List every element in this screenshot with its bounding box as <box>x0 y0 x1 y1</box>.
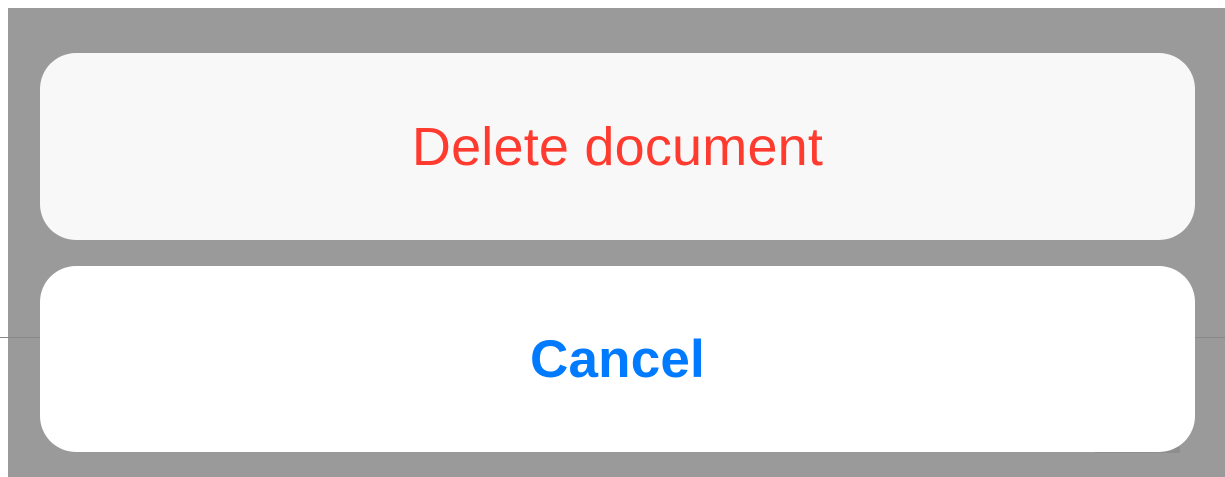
screen: Delete document Cancel <box>0 0 1225 477</box>
delete-document-button[interactable]: Delete document <box>40 53 1195 240</box>
delete-document-label: Delete document <box>411 116 824 177</box>
cancel-button[interactable]: Cancel <box>40 266 1195 452</box>
cancel-label: Cancel <box>529 329 705 389</box>
